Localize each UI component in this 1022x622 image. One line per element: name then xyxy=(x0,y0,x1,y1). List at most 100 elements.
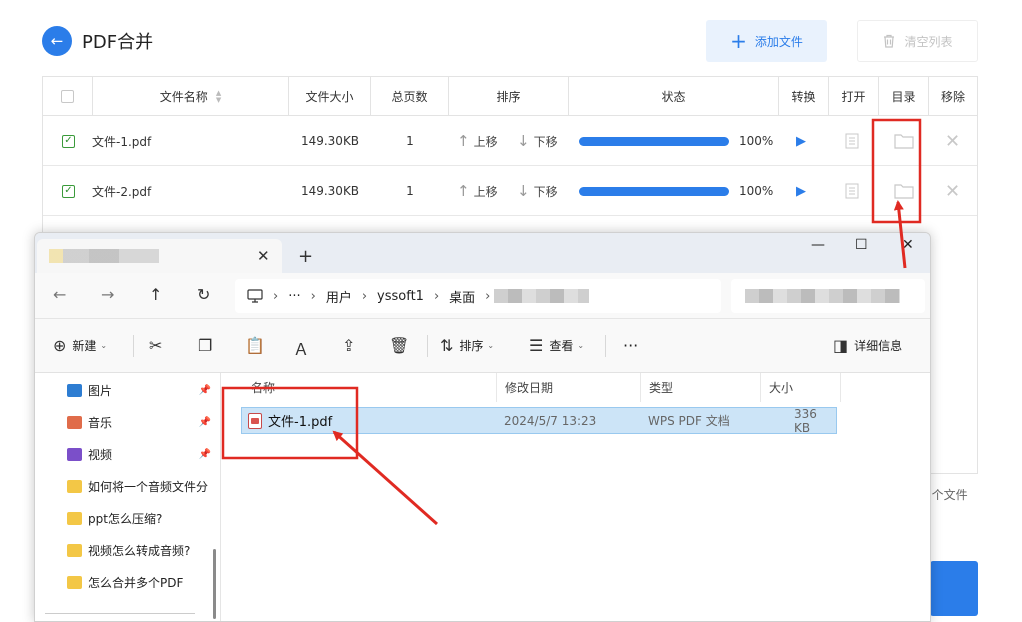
view-button[interactable]: ☰ 查看 ⌄ xyxy=(529,336,584,355)
up-arrow-icon[interactable]: ↑ xyxy=(149,285,162,304)
toolbar-divider xyxy=(427,335,428,357)
music-icon xyxy=(67,415,82,429)
breadcrumb-desktop[interactable]: 桌面 xyxy=(449,287,475,306)
maximize-icon[interactable]: ☐ xyxy=(855,237,868,253)
move-up-button[interactable]: ↑ 上移 xyxy=(457,116,498,166)
breadcrumb-more[interactable]: ··· xyxy=(288,289,300,304)
arrow-down-icon: ↓ xyxy=(517,132,530,150)
sidebar-item-pictures[interactable]: 图片 📌 xyxy=(67,379,217,401)
folder-icon xyxy=(67,479,82,493)
rename-button[interactable]: Ａ xyxy=(293,336,315,360)
header-size-label: 文件大小 xyxy=(305,90,354,104)
sidebar-item-folder[interactable]: 怎么合并多个PDF xyxy=(67,571,217,593)
explorer-tab[interactable]: ✕ xyxy=(37,239,282,273)
sidebar-item-label: ppt怎么压缩? xyxy=(88,511,163,526)
share-button[interactable]: ⇪ xyxy=(342,336,361,355)
delete-button[interactable]: 🗑 xyxy=(389,336,415,355)
toolbar-divider xyxy=(605,335,606,357)
move-up-button[interactable]: ↑ 上移 xyxy=(457,166,498,216)
trash-icon xyxy=(884,34,895,48)
more-options-button[interactable]: ··· xyxy=(623,336,638,355)
header-directory: 目录 xyxy=(879,77,929,116)
new-button[interactable]: ⊕ 新建 ⌄ xyxy=(53,336,107,355)
details-pane-button[interactable]: ◨ 详细信息 xyxy=(833,336,902,355)
cut-button[interactable]: ✂ xyxy=(149,336,168,355)
row-checkbox-cell[interactable]: ✓ xyxy=(62,116,75,166)
header-open-label: 打开 xyxy=(841,90,866,104)
address-bar[interactable]: › ··· › 用户 › yssoft1 › 桌面 › xyxy=(235,279,721,313)
sidebar-item-music[interactable]: 音乐 📌 xyxy=(67,411,217,433)
clear-list-button[interactable]: 清空列表 xyxy=(857,20,978,62)
toolbar-divider xyxy=(133,335,134,357)
refresh-icon[interactable]: ↻ xyxy=(197,285,210,304)
minimize-icon[interactable]: — xyxy=(811,237,825,253)
arrow-down-icon: ↓ xyxy=(517,182,530,200)
file-row[interactable]: 文件-1.pdf 2024/5/7 13:23 WPS PDF 文档 336 K… xyxy=(241,407,837,435)
pin-icon: 📌 xyxy=(198,416,211,428)
column-size[interactable]: 大小 xyxy=(761,373,841,402)
folder-icon xyxy=(67,511,82,525)
back-button[interactable]: ← xyxy=(42,26,72,56)
sidebar-scrollbar[interactable] xyxy=(213,549,216,619)
add-file-button[interactable]: + 添加文件 xyxy=(706,20,827,62)
row-filename: 文件-1.pdf xyxy=(92,134,152,149)
row-checkbox-cell[interactable]: ✓ xyxy=(62,166,75,216)
header-select-all[interactable] xyxy=(43,77,93,116)
tab-close-icon[interactable]: ✕ xyxy=(257,247,270,265)
close-icon: ✕ xyxy=(945,180,961,202)
column-type[interactable]: 类型 xyxy=(641,373,761,402)
header-directory-label: 目录 xyxy=(891,90,916,104)
start-merge-button[interactable] xyxy=(930,561,978,616)
chevron-right-icon: › xyxy=(485,288,491,304)
breadcrumb-user[interactable]: yssoft1 xyxy=(377,289,424,304)
chevron-right-icon: › xyxy=(273,288,279,304)
sidebar-item-folder[interactable]: 视频怎么转成音频? xyxy=(67,539,217,561)
sidebar-item-label: 音乐 xyxy=(88,415,113,430)
arrow-up-icon: ↑ xyxy=(457,132,470,150)
move-down-button[interactable]: ↓ 下移 xyxy=(517,116,558,166)
new-label: 新建 xyxy=(72,339,97,353)
sidebar-item-label: 如何将一个音频文件分 xyxy=(88,479,209,494)
copy-icon: ❐ xyxy=(198,336,213,355)
move-down-label: 下移 xyxy=(533,184,558,199)
new-tab-icon[interactable]: + xyxy=(298,246,313,267)
open-button[interactable] xyxy=(845,166,859,216)
remove-button[interactable]: ✕ xyxy=(945,116,960,166)
copy-button[interactable]: ❐ xyxy=(198,336,218,355)
paste-button[interactable]: 📋 xyxy=(245,336,271,355)
sidebar-item-folder[interactable]: 如何将一个音频文件分 xyxy=(67,475,217,497)
pin-icon: 📌 xyxy=(198,448,211,460)
column-modified[interactable]: 修改日期 xyxy=(497,373,641,402)
open-button[interactable] xyxy=(845,116,859,166)
header-name[interactable]: 文件名称 ▲ ▼ xyxy=(93,77,289,116)
convert-button[interactable]: ▶ xyxy=(796,166,806,216)
column-size-label: 大小 xyxy=(769,381,794,395)
select-all-checkbox[interactable] xyxy=(61,90,74,103)
sort-button[interactable]: ⇅ 排序 ⌄ xyxy=(440,336,494,355)
header-convert-label: 转换 xyxy=(791,90,816,104)
move-down-label: 下移 xyxy=(533,134,558,149)
breadcrumb-users[interactable]: 用户 xyxy=(326,287,352,306)
remove-button[interactable]: ✕ xyxy=(945,166,960,216)
sort-arrows-icon[interactable]: ▲ ▼ xyxy=(216,89,221,104)
forward-arrow-icon[interactable]: → xyxy=(101,285,114,304)
search-input[interactable] xyxy=(731,279,925,313)
move-down-button[interactable]: ↓ 下移 xyxy=(517,166,558,216)
back-arrow-icon[interactable]: ← xyxy=(53,285,66,304)
pdf-file-icon xyxy=(248,412,262,429)
sidebar-item-folder[interactable]: ppt怎么压缩? xyxy=(67,507,217,529)
header-pages-label: 总页数 xyxy=(391,90,428,104)
header-convert: 转换 xyxy=(779,77,829,116)
row-filesize: 149.30KB xyxy=(300,134,360,148)
chevron-right-icon: › xyxy=(433,288,440,304)
open-folder-button[interactable] xyxy=(894,116,914,166)
open-folder-button[interactable] xyxy=(894,166,914,216)
convert-button[interactable]: ▶ xyxy=(796,116,806,166)
row-checkbox[interactable]: ✓ xyxy=(62,134,75,148)
column-name[interactable]: 名称 xyxy=(243,373,497,402)
window-close-icon[interactable]: ✕ xyxy=(902,237,914,253)
breadcrumb-redacted xyxy=(494,289,590,303)
sidebar-item-label: 视频怎么转成音频? xyxy=(88,543,191,558)
row-checkbox[interactable]: ✓ xyxy=(62,184,75,198)
sidebar-item-videos[interactable]: 视频 📌 xyxy=(67,443,217,465)
